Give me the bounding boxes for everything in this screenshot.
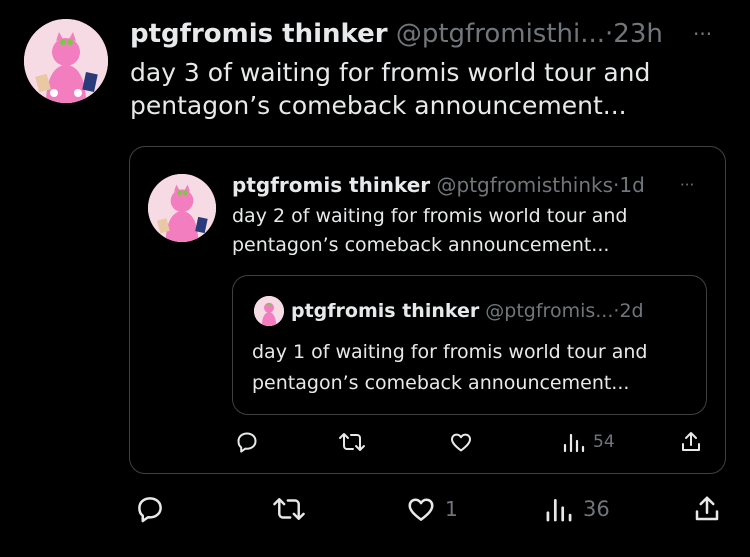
more-options-button[interactable]: ···	[680, 175, 694, 195]
share-icon	[682, 432, 700, 451]
tweet-text-line: pentagon’s comeback announcement...	[252, 372, 630, 394]
timestamp[interactable]: 2d	[619, 300, 643, 322]
views-count: 54	[593, 432, 615, 452]
handle[interactable]: @ptgfromis...	[485, 300, 613, 322]
quote-like-button[interactable]	[448, 430, 474, 454]
retweet-button[interactable]	[272, 494, 306, 524]
reply-icon	[138, 497, 162, 523]
views-button[interactable]: 36	[543, 494, 610, 524]
retweet-icon	[273, 498, 305, 520]
reply-button[interactable]	[134, 494, 166, 524]
quote-retweet-button[interactable]	[338, 430, 366, 454]
quote-share-button[interactable]	[679, 430, 703, 454]
reply-icon	[237, 432, 257, 453]
like-button[interactable]: 1	[405, 494, 458, 524]
retweet-icon	[339, 433, 365, 451]
tweet-text-line: pentagon’s comeback announcement...	[130, 91, 627, 120]
more-options-button[interactable]: ···	[693, 22, 712, 46]
tweet-text-line: day 3 of waiting for fromis world tour a…	[130, 58, 651, 87]
avatar[interactable]	[24, 19, 108, 103]
share-icon	[695, 496, 719, 521]
quote-views-button[interactable]: 54	[561, 430, 615, 454]
share-button[interactable]	[692, 494, 722, 524]
like-count: 1	[445, 497, 458, 521]
heart-icon	[408, 498, 434, 521]
avatar[interactable]	[148, 174, 216, 242]
avatar[interactable]	[254, 296, 284, 326]
quoted-tweet-header: ptgfromis thinker @ptgfromisthinks·1d	[232, 172, 645, 198]
handle[interactable]: @ptgfromisthi...	[396, 19, 605, 49]
display-name[interactable]: ptgfromis thinker	[291, 300, 479, 322]
timestamp[interactable]: 1d	[619, 173, 644, 197]
views-icon	[563, 433, 585, 453]
nested-quoted-tweet-text: day 1 of waiting for fromis world tour a…	[252, 337, 647, 399]
nested-quoted-tweet-header: ptgfromis thinker @ptgfromis...·2d	[291, 298, 644, 324]
tweet-text-line: day 2 of waiting for fromis world tour a…	[232, 205, 628, 227]
handle[interactable]: @ptgfromisthinks	[437, 173, 614, 197]
tweet-text: day 3 of waiting for fromis world tour a…	[130, 56, 650, 122]
quote-reply-button[interactable]	[234, 430, 260, 454]
display-name[interactable]: ptgfromis thinker	[130, 19, 388, 49]
tweet-header: ptgfromis thinker @ptgfromisthi...·23h	[130, 18, 663, 50]
views-icon	[546, 499, 572, 522]
avatar-image	[24, 19, 108, 103]
heart-icon	[451, 433, 471, 452]
avatar-image	[254, 296, 284, 326]
tweet-text-line: day 1 of waiting for fromis world tour a…	[252, 341, 648, 363]
avatar-image	[148, 174, 216, 242]
views-count: 36	[583, 497, 610, 521]
quoted-tweet-text: day 2 of waiting for fromis world tour a…	[232, 202, 627, 260]
display-name[interactable]: ptgfromis thinker	[232, 173, 430, 197]
timestamp[interactable]: 23h	[613, 19, 663, 49]
tweet-text-line: pentagon’s comeback announcement...	[232, 234, 610, 256]
